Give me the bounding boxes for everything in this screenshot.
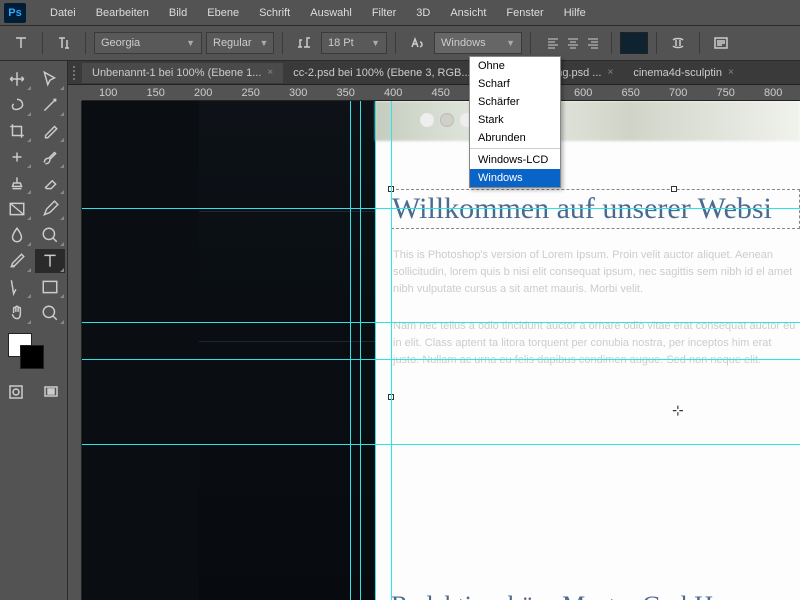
lasso-tool[interactable] xyxy=(2,93,32,117)
antialias-icon xyxy=(404,32,430,54)
screenmode-icon[interactable] xyxy=(43,381,60,403)
menu-ebene[interactable]: Ebene xyxy=(197,7,249,19)
menu-fenster[interactable]: Fenster xyxy=(496,7,553,19)
background-swatch[interactable] xyxy=(20,345,44,369)
font-size-icon xyxy=(291,32,317,54)
close-icon[interactable]: × xyxy=(267,67,273,78)
ruler-vertical[interactable] xyxy=(68,101,82,600)
paragraph-panel-icon[interactable] xyxy=(708,32,734,54)
close-icon[interactable]: × xyxy=(607,67,613,78)
menu-3d[interactable]: 3D xyxy=(406,7,440,19)
menu-datei[interactable]: Datei xyxy=(40,7,86,19)
zoom2-tool[interactable] xyxy=(35,301,65,325)
font-size-combo[interactable]: 18 Pt▼ xyxy=(321,32,387,54)
color-swatches[interactable] xyxy=(0,327,67,375)
text-color-swatch[interactable] xyxy=(620,32,648,54)
ruler-horizontal[interactable]: 1001502002503003504004505005506006507007… xyxy=(82,85,800,101)
guide-vertical[interactable] xyxy=(375,101,376,600)
menu-bild[interactable]: Bild xyxy=(159,7,197,19)
path-tool[interactable] xyxy=(2,275,32,299)
eyedrop-tool[interactable] xyxy=(35,119,65,143)
guide-horizontal[interactable] xyxy=(82,444,800,445)
pen-tool[interactable] xyxy=(35,197,65,221)
blur-tool[interactable] xyxy=(2,223,32,247)
document-tab[interactable]: Unbenannt-1 bei 100% (Ebene 1... × xyxy=(82,63,283,83)
dropdown-item[interactable]: Schärfer xyxy=(470,93,560,111)
text-align-group xyxy=(543,32,603,54)
close-icon[interactable]: × xyxy=(728,67,734,78)
stamp-tool[interactable] xyxy=(2,171,32,195)
align-left-button[interactable] xyxy=(543,32,563,54)
guide-horizontal[interactable] xyxy=(82,359,800,360)
canvas[interactable]: Willkommen auf unserer Websi This is Pho… xyxy=(82,101,800,600)
headline-text[interactable]: Willkommen auf unserer Websi xyxy=(391,189,800,229)
shape-tool[interactable] xyxy=(35,275,65,299)
move-tool[interactable] xyxy=(2,67,32,91)
menu-hilfe[interactable]: Hilfe xyxy=(554,7,596,19)
guide-vertical[interactable] xyxy=(350,101,351,600)
quickmask-icon[interactable] xyxy=(8,381,25,403)
warp-text-icon[interactable] xyxy=(665,32,691,54)
dropdown-item[interactable]: Stark xyxy=(470,111,560,129)
guide-vertical[interactable] xyxy=(360,101,361,600)
hand-tool[interactable] xyxy=(2,301,32,325)
grad-tool[interactable] xyxy=(2,197,32,221)
menu-bar: Ps DateiBearbeitenBildEbeneSchriftAuswah… xyxy=(0,0,800,26)
type-tool[interactable] xyxy=(35,249,65,273)
sub-heading[interactable]: Redaktionsbüro Muster GmbH xyxy=(391,591,713,600)
guide-horizontal[interactable] xyxy=(82,208,800,209)
arrow-tool[interactable] xyxy=(35,67,65,91)
menu-auswahl[interactable]: Auswahl xyxy=(300,7,362,19)
dropdown-item[interactable]: Ohne xyxy=(470,57,560,75)
tools-panel xyxy=(0,61,68,600)
brush-tool[interactable] xyxy=(35,145,65,169)
menu-schrift[interactable]: Schrift xyxy=(249,7,300,19)
menu-ansicht[interactable]: Ansicht xyxy=(440,7,496,19)
align-right-button[interactable] xyxy=(583,32,603,54)
type-tool-icon xyxy=(8,32,34,54)
crop-tool[interactable] xyxy=(2,119,32,143)
antialias-dropdown[interactable]: OhneScharfSchärferStarkAbrunden Windows-… xyxy=(469,56,561,188)
app-logo: Ps xyxy=(4,3,26,23)
antialias-combo[interactable]: Windows▼ xyxy=(434,32,522,54)
font-family-combo[interactable]: Georgia▼ xyxy=(94,32,202,54)
zoom-tool[interactable] xyxy=(35,223,65,247)
body-text[interactable]: This is Photoshop's version of Lorem Ips… xyxy=(391,247,800,369)
font-weight-combo[interactable]: Regular▼ xyxy=(206,32,274,54)
pencil-tool[interactable] xyxy=(2,249,32,273)
options-bar: Georgia▼ Regular▼ 18 Pt▼ Windows▼ xyxy=(0,26,800,61)
menu-bearbeiten[interactable]: Bearbeiten xyxy=(86,7,159,19)
guide-horizontal[interactable] xyxy=(82,322,800,323)
guide-vertical[interactable] xyxy=(391,101,392,600)
text-orientation-icon[interactable] xyxy=(51,32,77,54)
wand-tool[interactable] xyxy=(35,93,65,117)
dropdown-item[interactable]: Abrunden xyxy=(470,129,560,149)
drag-handle-icon[interactable] xyxy=(68,61,80,85)
document-tab[interactable]: cinema4d-sculptin× xyxy=(623,63,744,83)
heal-tool[interactable] xyxy=(2,145,32,169)
menu-filter[interactable]: Filter xyxy=(362,7,406,19)
dropdown-item[interactable]: Windows-LCD xyxy=(470,151,560,169)
align-center-button[interactable] xyxy=(563,32,583,54)
dark-background-layer xyxy=(199,101,375,600)
text-caret-icon: ⊹ xyxy=(672,403,684,420)
eraser-tool[interactable] xyxy=(35,171,65,195)
document-tabs: Unbenannt-1 bei 100% (Ebene 1... ×cc-2.p… xyxy=(68,61,800,85)
dropdown-item[interactable]: Windows xyxy=(470,169,560,187)
document-tab[interactable]: cc-2.psd bei 100% (Ebene 3, RGB... × xyxy=(283,63,492,83)
dropdown-item[interactable]: Scharf xyxy=(470,75,560,93)
